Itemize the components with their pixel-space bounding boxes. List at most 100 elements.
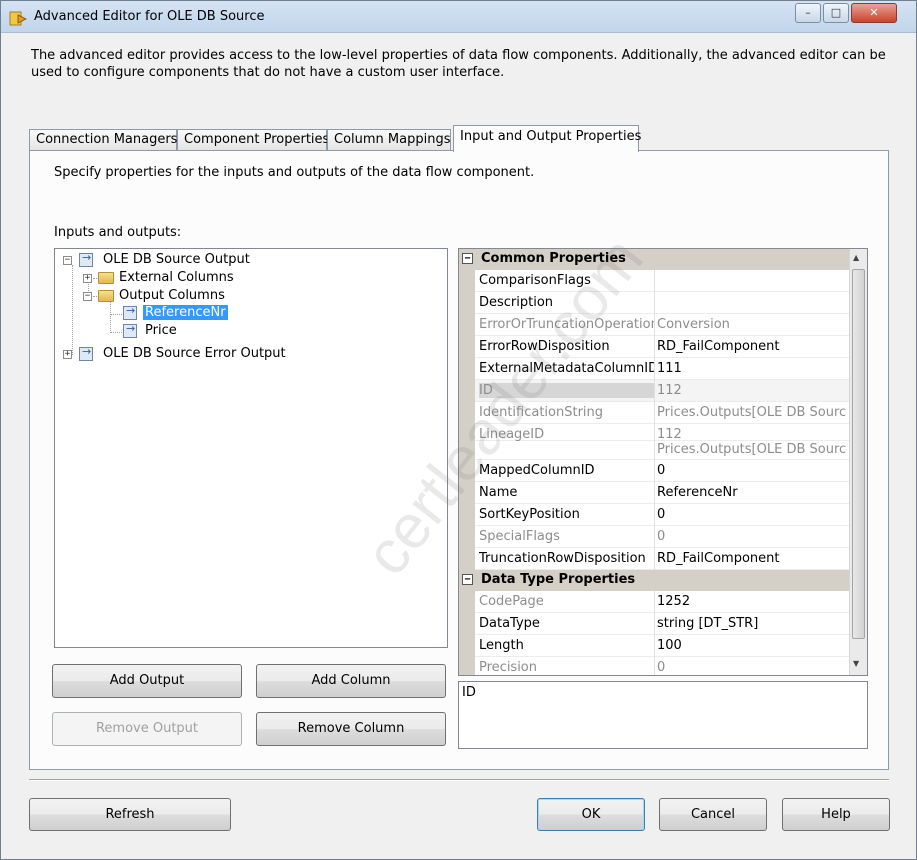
folder-open-icon — [98, 290, 114, 302]
property-row-identificationstring[interactable]: IdentificationString Prices.Outputs[OLE D… — [459, 402, 849, 424]
property-row-precision[interactable]: Precision 0 — [459, 657, 849, 675]
property-name: ErrorOrTruncationOperation — [479, 317, 654, 332]
property-row-sortkeyposition[interactable]: SortKeyPosition 0 — [459, 504, 849, 526]
property-description-pane: ID — [458, 681, 868, 749]
minimize-button[interactable]: – — [795, 3, 821, 23]
property-name: Name — [479, 485, 518, 500]
expand-icon[interactable]: + — [83, 274, 92, 283]
help-button[interactable]: Help — [782, 798, 890, 831]
property-value[interactable]: 0 — [657, 463, 847, 478]
property-row-lineage-string[interactable]: Prices.Outputs[OLE DB Source — [459, 441, 849, 463]
property-name: TruncationRowDisposition — [479, 551, 646, 566]
output-icon — [79, 251, 93, 267]
property-value: Prices.Outputs[OLE DB Source — [657, 442, 847, 457]
property-value: Prices.Outputs[OLE DB Source — [657, 405, 847, 420]
maximize-button[interactable]: □ — [823, 3, 849, 23]
tab-input-output-properties[interactable]: Input and Output Properties — [453, 125, 641, 152]
panel-description: Specify properties for the inputs and ou… — [54, 165, 535, 180]
collapse-icon[interactable]: − — [83, 292, 92, 301]
add-column-button[interactable]: Add Column — [256, 664, 446, 698]
property-row-errorortruncationoperation[interactable]: ErrorOrTruncationOperation Conversion — [459, 314, 849, 336]
property-name: SpecialFlags — [479, 529, 560, 544]
property-value[interactable]: RD_FailComponent — [657, 339, 847, 354]
property-row-comparisonflags[interactable]: ComparisonFlags — [459, 270, 849, 292]
cancel-button[interactable]: Cancel — [659, 798, 767, 831]
window-title: Advanced Editor for OLE DB Source — [34, 9, 265, 24]
property-name: Precision — [479, 660, 538, 675]
property-row-name[interactable]: Name ReferenceNr — [459, 482, 849, 504]
collapse-icon[interactable]: − — [63, 256, 72, 265]
advanced-editor-window: Advanced Editor for OLE DB Source – □ ✕ … — [0, 0, 917, 860]
property-grid[interactable]: − Common Properties ComparisonFlags Desc… — [458, 248, 868, 676]
tree-node-referencenr[interactable]: ReferenceNr — [123, 304, 323, 323]
property-value: 0 — [657, 529, 666, 544]
tree-node-source-output[interactable]: − OLE DB Source Output — [63, 251, 363, 270]
expand-icon[interactable]: + — [63, 350, 72, 359]
property-row-lineageid[interactable]: LineageID 112 — [459, 424, 849, 446]
tab-panel: Specify properties for the inputs and ou… — [29, 150, 889, 770]
property-name: ErrorRowDisposition — [479, 339, 610, 354]
property-value[interactable]: 0 — [657, 507, 847, 522]
property-name: SortKeyPosition — [479, 507, 580, 522]
property-name: CodePage — [479, 594, 544, 609]
property-grid-scrollbar[interactable]: ▲ ▼ — [849, 249, 867, 675]
tree-node-output-columns[interactable]: − Output Columns — [83, 288, 343, 306]
add-output-button[interactable]: Add Output — [52, 664, 242, 698]
output-icon — [79, 345, 93, 361]
property-row-specialflags[interactable]: SpecialFlags 0 — [459, 526, 849, 548]
refresh-button[interactable]: Refresh — [29, 798, 231, 831]
scroll-thumb[interactable] — [852, 269, 865, 639]
property-value[interactable]: ReferenceNr — [657, 485, 847, 500]
tree-node-label: Price — [145, 323, 177, 338]
inputs-outputs-tree[interactable]: − OLE DB Source Output + External Column… — [54, 248, 448, 648]
property-name: DataType — [479, 616, 540, 631]
property-name: Length — [479, 638, 524, 653]
property-description-text: ID — [462, 685, 476, 700]
property-value[interactable]: string [DT_STR] — [657, 616, 847, 631]
property-row-mappedcolumnid[interactable]: MappedColumnID 0 — [459, 460, 849, 482]
tree-node-error-output[interactable]: + OLE DB Source Error Output — [63, 345, 383, 364]
category-common-properties[interactable]: − Common Properties — [459, 249, 849, 270]
tab-column-mappings[interactable]: Column Mappings — [327, 129, 451, 151]
property-value[interactable]: 111 — [657, 361, 847, 376]
tab-component-properties[interactable]: Component Properties — [177, 129, 329, 151]
tree-node-external-columns[interactable]: + External Columns — [83, 270, 343, 288]
scroll-up-icon[interactable]: ▲ — [853, 253, 859, 262]
title-bar[interactable]: Advanced Editor for OLE DB Source – □ ✕ — [1, 1, 916, 33]
property-value[interactable]: 1252 — [657, 594, 847, 609]
property-name: Description — [479, 295, 554, 310]
tree-node-price[interactable]: Price — [123, 322, 323, 341]
collapse-icon[interactable]: − — [462, 574, 473, 585]
property-row-errorrowdisposition[interactable]: ErrorRowDisposition RD_FailComponent — [459, 336, 849, 358]
property-row-externalmetadatacolumnid[interactable]: ExternalMetadataColumnID 111 — [459, 358, 849, 380]
category-label: Common Properties — [481, 251, 626, 266]
property-row-id[interactable]: ID 112 — [459, 380, 849, 402]
tree-node-label: OLE DB Source Output — [103, 252, 250, 267]
column-icon — [123, 304, 137, 320]
ok-button[interactable]: OK — [537, 798, 645, 831]
property-row-truncationrowdisposition[interactable]: TruncationRowDisposition RD_FailComponent — [459, 548, 849, 570]
column-icon — [123, 322, 137, 338]
property-name: ComparisonFlags — [479, 273, 591, 288]
property-row-datatype[interactable]: DataType string [DT_STR] — [459, 613, 849, 635]
tab-connection-managers[interactable]: Connection Managers — [29, 129, 177, 151]
property-row-length[interactable]: Length 100 — [459, 635, 849, 657]
property-name: ExternalMetadataColumnID — [479, 361, 654, 376]
property-row-description[interactable]: Description — [459, 292, 849, 314]
tree-node-label: External Columns — [119, 270, 234, 285]
tree-node-label: OLE DB Source Error Output — [103, 346, 286, 361]
remove-output-button[interactable]: Remove Output — [52, 712, 242, 746]
category-label: Data Type Properties — [481, 572, 636, 587]
remove-column-button[interactable]: Remove Column — [256, 712, 446, 746]
tree-node-label: ReferenceNr — [143, 305, 228, 320]
tree-node-label: Output Columns — [119, 288, 225, 303]
property-row-codepage[interactable]: CodePage 1252 — [459, 591, 849, 613]
property-value[interactable]: RD_FailComponent — [657, 551, 847, 566]
category-data-type-properties[interactable]: − Data Type Properties — [459, 570, 849, 591]
collapse-icon[interactable]: − — [462, 253, 473, 264]
property-name: MappedColumnID — [479, 463, 595, 478]
scroll-down-icon[interactable]: ▼ — [853, 659, 859, 668]
close-button[interactable]: ✕ — [851, 3, 897, 23]
property-value[interactable]: 100 — [657, 638, 847, 653]
property-name: ID — [479, 383, 654, 398]
